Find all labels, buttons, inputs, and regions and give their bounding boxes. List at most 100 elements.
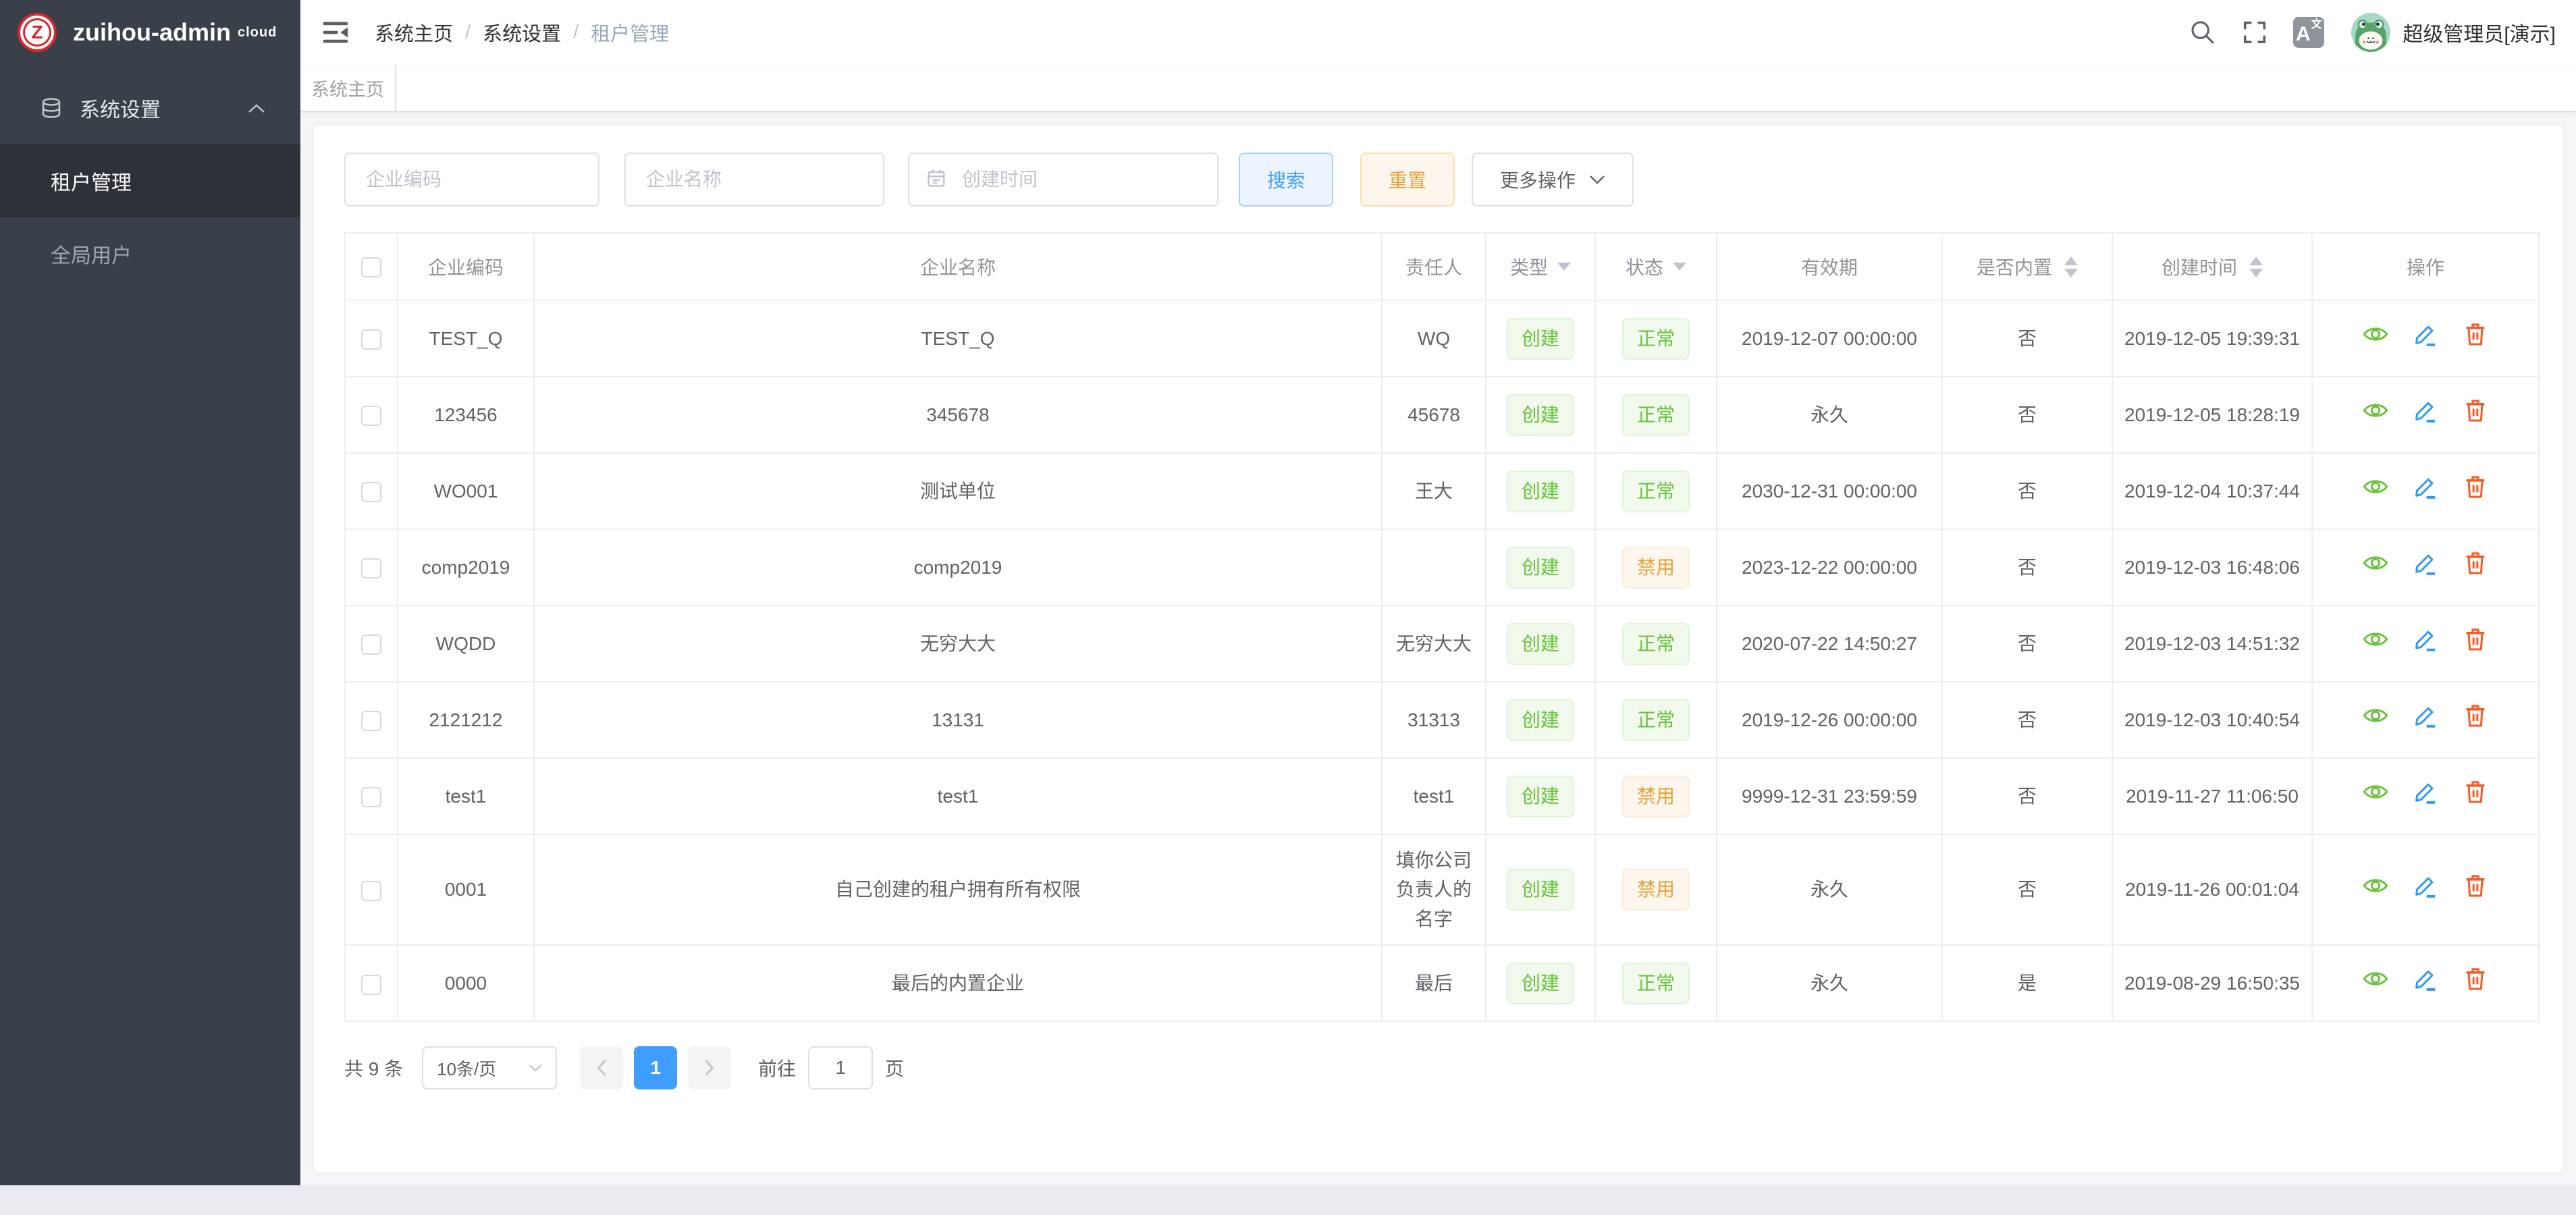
created-time-input[interactable] [947,169,1201,190]
column-label: 企业名称 [920,253,996,280]
more-actions-button[interactable]: 更多操作 [1472,153,1634,207]
delete-button[interactable] [2462,778,2489,805]
tenant-card: 搜索 重置 更多操作 [314,126,2562,1172]
logo[interactable]: Z zuihou-admin cloud [0,0,300,65]
status-tag: 正常 [1622,394,1690,436]
navbar-right: A文 超级管理员[演示] [2189,13,2556,52]
row-checkbox[interactable] [361,558,381,578]
sidebar-item-label: 全局用户 [51,239,132,269]
edit-button[interactable] [2412,397,2439,424]
edit-button[interactable] [2412,626,2439,653]
view-button[interactable] [2362,702,2389,729]
breadcrumb-item-current: 租户管理 [591,18,669,47]
column-header-status[interactable]: 状态 [1595,233,1717,300]
enterprise-code-input[interactable] [344,153,599,207]
reset-button[interactable]: 重置 [1360,153,1455,207]
view-button[interactable] [2362,872,2389,899]
view-button[interactable] [2362,626,2389,653]
cell-status: 禁用 [1595,834,1717,945]
row-checkbox[interactable] [361,329,381,350]
total-count: 共 9 条 [344,1054,403,1081]
column-header-builtin[interactable]: 是否内置 [1942,233,2112,300]
view-button[interactable] [2362,965,2389,992]
search-button[interactable]: 搜索 [1239,153,1333,207]
page-size-select[interactable]: 10条/页 [422,1046,557,1089]
delete-button[interactable] [2462,549,2489,576]
select-all-checkbox[interactable] [361,257,381,277]
view-button[interactable] [2362,473,2389,500]
column-header-created[interactable]: 创建时间 [2112,233,2312,300]
filter-caret-icon[interactable] [1557,263,1571,271]
sidebar-group-system-settings[interactable]: 系统设置 [0,72,300,144]
search-icon[interactable] [2189,19,2216,46]
breadcrumb-item[interactable]: 系统设置 [483,18,561,47]
sidebar-item-tenant-management[interactable]: 租户管理 [0,144,300,217]
edit-button[interactable] [2412,549,2439,576]
row-checkbox[interactable] [361,634,381,655]
row-checkbox[interactable] [361,406,381,426]
row-checkbox[interactable] [361,711,381,731]
edit-button[interactable] [2412,965,2439,992]
cell-actions [2312,529,2539,605]
column-header-select[interactable] [345,233,398,300]
trash-icon [2462,872,2489,899]
row-checkbox[interactable] [361,881,381,901]
fullscreen-icon[interactable] [2242,20,2268,45]
row-checkbox[interactable] [361,787,381,807]
breadcrumb-separator: / [573,22,579,44]
user-name[interactable]: 超级管理员[演示] [2403,18,2556,47]
cell-owner: 无穷大大 [1382,605,1486,682]
row-checkbox[interactable] [361,975,381,995]
prev-page-button[interactable] [580,1046,623,1089]
row-checkbox[interactable] [361,482,381,502]
type-tag: 创建 [1507,547,1574,589]
enterprise-name-input[interactable] [624,153,884,207]
tab-system-home[interactable]: 系统主页 [300,65,396,111]
edit-button[interactable] [2412,872,2439,899]
cell-code: 2121212 [398,682,534,758]
view-button[interactable] [2362,549,2389,576]
delete-button[interactable] [2462,626,2489,653]
cell-type: 创建 [1486,945,1595,1021]
cell-builtin: 否 [1942,453,2112,529]
sort-arrows-icon[interactable] [2064,256,2078,277]
cell-builtin: 否 [1942,300,2112,377]
created-time-datepicker[interactable] [908,153,1218,207]
page-number-current[interactable]: 1 [634,1046,677,1089]
column-header-type[interactable]: 类型 [1486,233,1595,300]
sort-arrows-icon[interactable] [2249,256,2263,277]
column-label: 状态 [1626,253,1663,280]
cell-builtin: 否 [1942,377,2112,453]
edit-button[interactable] [2412,702,2439,729]
view-button[interactable] [2362,778,2389,805]
status-tag: 正常 [1622,470,1690,512]
cell-owner: 31313 [1382,682,1486,758]
eye-icon [2362,549,2389,576]
delete-button[interactable] [2462,702,2489,729]
breadcrumb-item[interactable]: 系统主页 [375,18,453,47]
next-page-button[interactable] [688,1046,731,1089]
edit-button[interactable] [2412,473,2439,500]
edit-button[interactable] [2412,778,2439,805]
cell-validity: 2019-12-07 00:00:00 [1717,300,1942,377]
cell-type: 创建 [1486,300,1595,377]
delete-button[interactable] [2462,321,2489,348]
delete-button[interactable] [2462,473,2489,500]
goto-page-input[interactable] [808,1046,873,1089]
delete-button[interactable] [2462,965,2489,992]
column-label: 责任人 [1405,253,1462,280]
view-button[interactable] [2362,397,2389,424]
sidebar-item-global-users[interactable]: 全局用户 [0,217,300,290]
filter-caret-icon[interactable] [1673,263,1686,271]
delete-button[interactable] [2462,872,2489,899]
pencil-icon [2412,626,2439,653]
table-row: TEST_QTEST_QWQ创建正常2019-12-07 00:00:00否20… [345,300,2539,377]
cell-select [345,682,398,758]
delete-button[interactable] [2462,397,2489,424]
hamburger-icon[interactable] [321,19,350,46]
edit-button[interactable] [2412,321,2439,348]
cell-owner: WQ [1382,300,1486,377]
avatar[interactable] [2351,13,2390,52]
view-button[interactable] [2362,321,2389,348]
language-icon[interactable]: A文 [2293,17,2324,48]
